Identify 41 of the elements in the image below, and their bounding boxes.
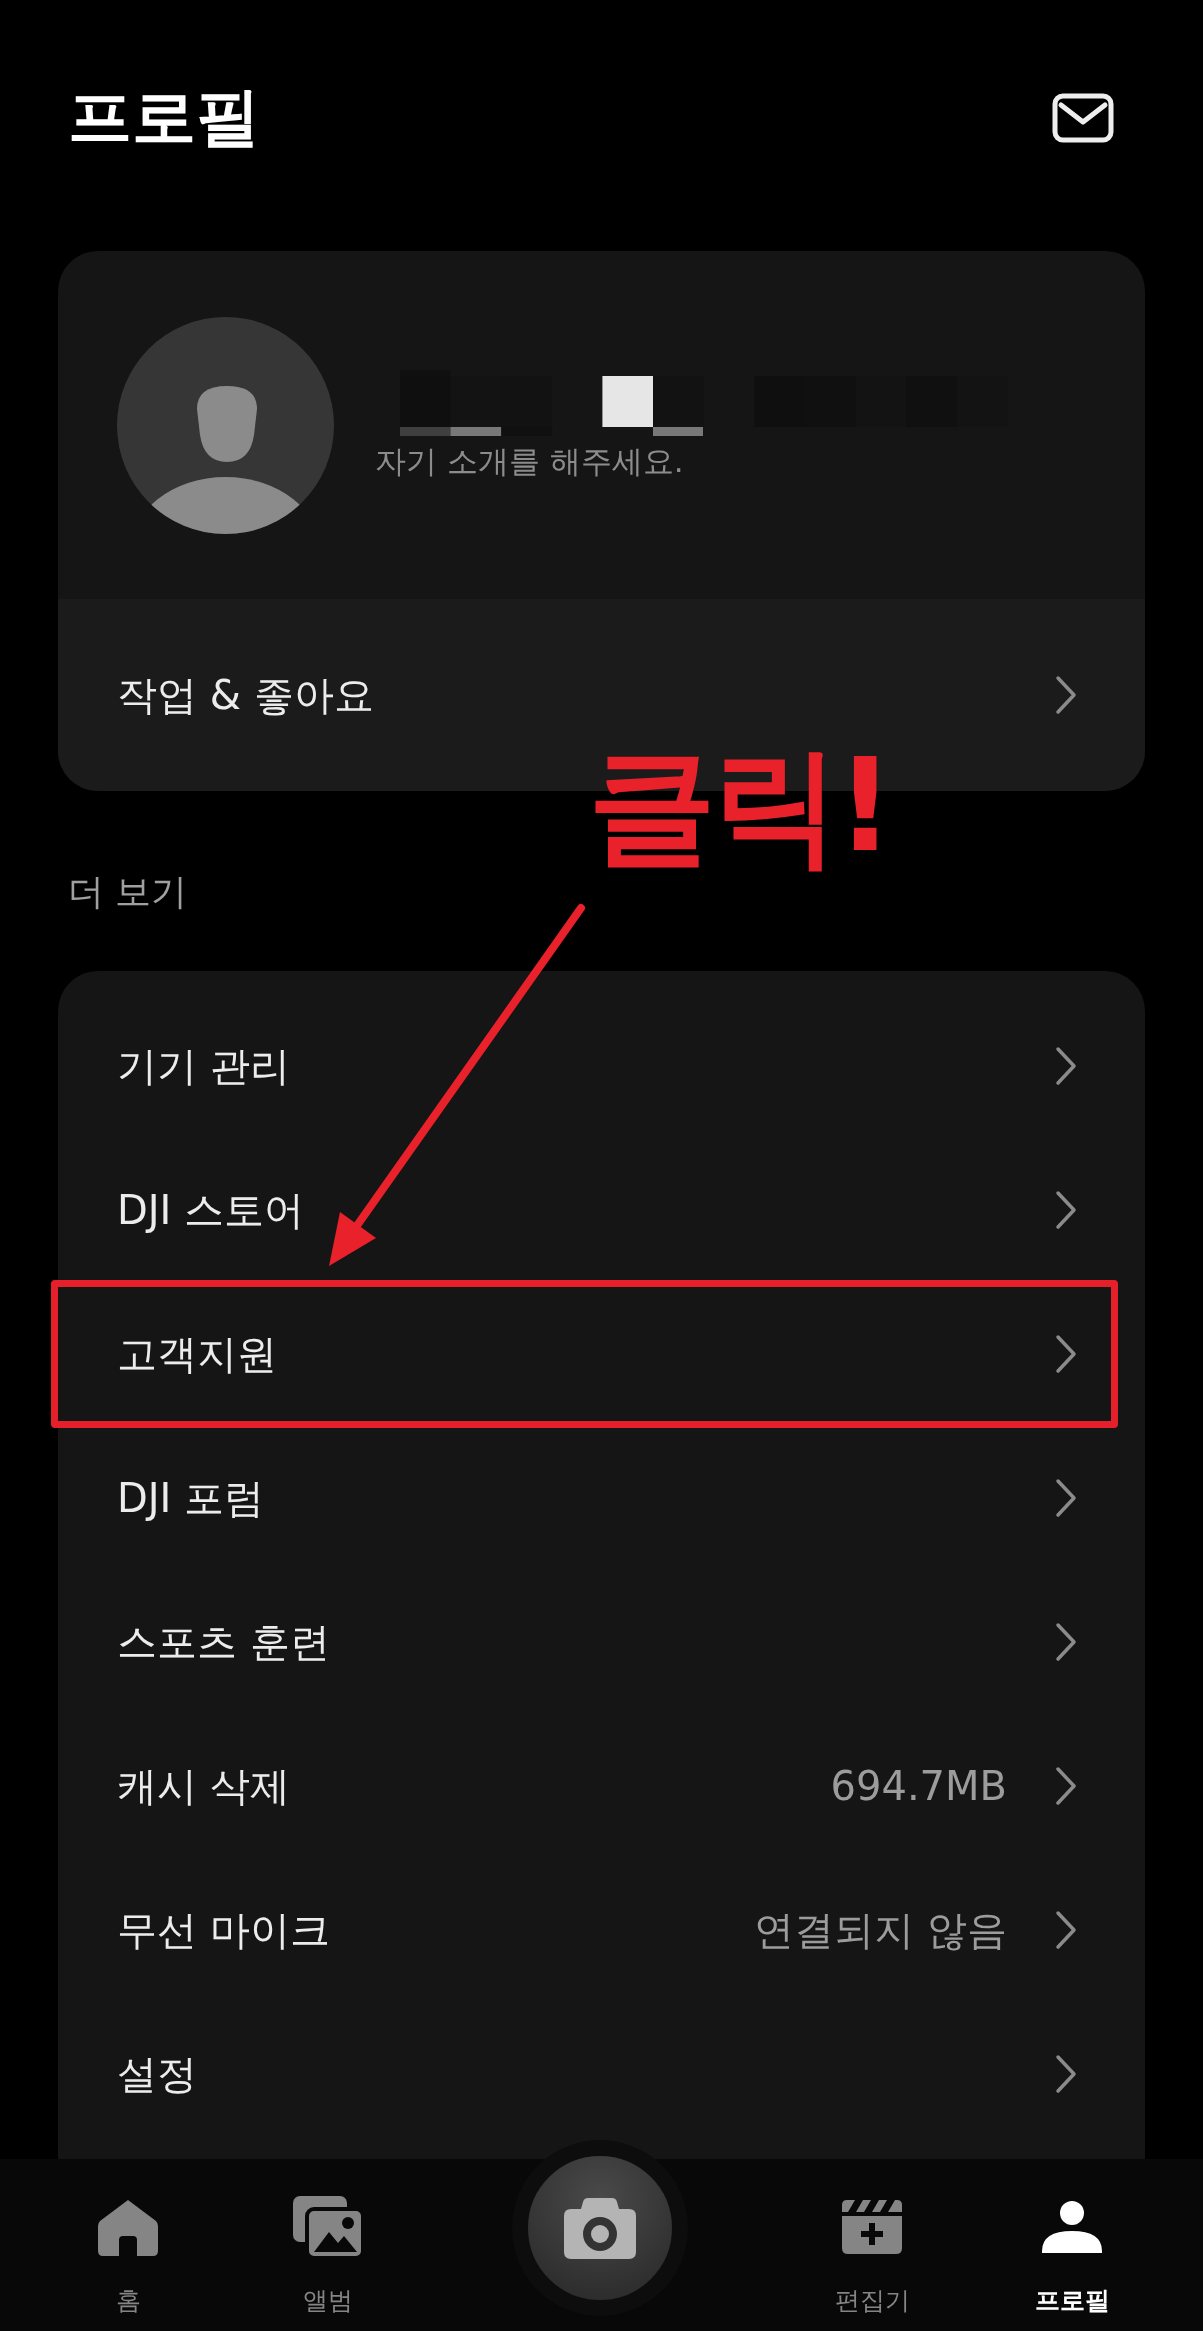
menu-item[interactable]: 캐시 삭제 694.7MB <box>58 1714 1145 1859</box>
menu-label: 기기 관리 <box>117 1042 290 1091</box>
bio-text: 자기 소개를 해주세요. <box>375 442 685 481</box>
gallery-icon <box>293 2196 363 2258</box>
nav-tab[interactable]: 편집기 <box>772 2159 972 2316</box>
menu-item[interactable]: 고객지원 <box>58 1282 1145 1427</box>
chevron-right-icon <box>1055 1622 1077 1663</box>
menu-label: 고객지원 <box>117 1330 277 1379</box>
menu-item[interactable]: 무선 마이크 연결되지 않음 <box>58 1858 1145 2003</box>
chevron-right-icon <box>1055 675 1077 715</box>
page-title: 프로필 <box>68 79 260 156</box>
menu-label: DJI 포럼 <box>117 1474 265 1523</box>
home-icon <box>97 2197 159 2257</box>
menu-label: 무선 마이크 <box>117 1906 330 1955</box>
menu-label: 스포츠 훈련 <box>117 1618 330 1667</box>
menu-item[interactable]: DJI 포럼 <box>58 1426 1145 1571</box>
menu-item[interactable]: DJI 스토어 <box>58 1138 1145 1283</box>
menu-label: 캐시 삭제 <box>117 1762 290 1811</box>
menu-value: 694.7MB <box>830 1762 1007 1811</box>
menu-item[interactable]: 스포츠 훈련 <box>58 1570 1145 1715</box>
menu-label: DJI 스토어 <box>117 1186 305 1235</box>
camera-icon <box>564 2197 636 2259</box>
menu-item[interactable]: 설정 <box>58 2002 1145 2147</box>
nav-tab[interactable]: 프로필 <box>972 2159 1172 2316</box>
chevron-right-icon <box>1055 1046 1077 1087</box>
menu-item[interactable]: 기기 관리 <box>58 994 1145 1139</box>
section-title: 더 보기 <box>68 870 189 914</box>
chevron-right-icon <box>1055 1478 1077 1519</box>
chevron-right-icon <box>1055 1910 1077 1951</box>
person-icon <box>1041 2201 1103 2253</box>
nav-tab[interactable]: 홈 <box>28 2159 228 2316</box>
menu-value: 연결되지 않음 <box>754 1906 1007 1955</box>
row-label: 작업 & 좋아요 <box>117 671 374 719</box>
chevron-right-icon <box>1055 2054 1077 2095</box>
menu-label: 설정 <box>117 2050 197 2099</box>
chevron-right-icon <box>1055 1190 1077 1231</box>
clapperboard-plus-icon <box>841 2200 903 2254</box>
chevron-right-icon <box>1055 1334 1077 1375</box>
chevron-right-icon <box>1055 1766 1077 1807</box>
nav-tab[interactable]: 앨범 <box>228 2159 428 2316</box>
mail-icon[interactable] <box>1052 92 1114 143</box>
